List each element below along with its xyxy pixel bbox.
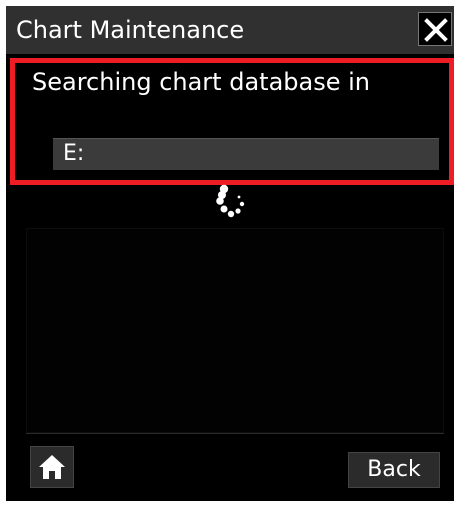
home-button[interactable] xyxy=(30,446,74,488)
chart-list-area xyxy=(26,228,444,433)
home-icon xyxy=(39,455,65,479)
chart-maintenance-dialog: Chart Maintenance Searching chart databa… xyxy=(6,6,454,501)
highlight-box xyxy=(10,58,454,185)
close-icon xyxy=(424,18,448,42)
close-button[interactable] xyxy=(418,12,452,46)
title-bar: Chart Maintenance xyxy=(6,6,454,54)
loading-spinner-icon xyxy=(216,184,245,218)
footer-divider xyxy=(26,433,444,434)
window-title: Chart Maintenance xyxy=(16,16,245,44)
back-button[interactable]: Back xyxy=(348,452,440,488)
